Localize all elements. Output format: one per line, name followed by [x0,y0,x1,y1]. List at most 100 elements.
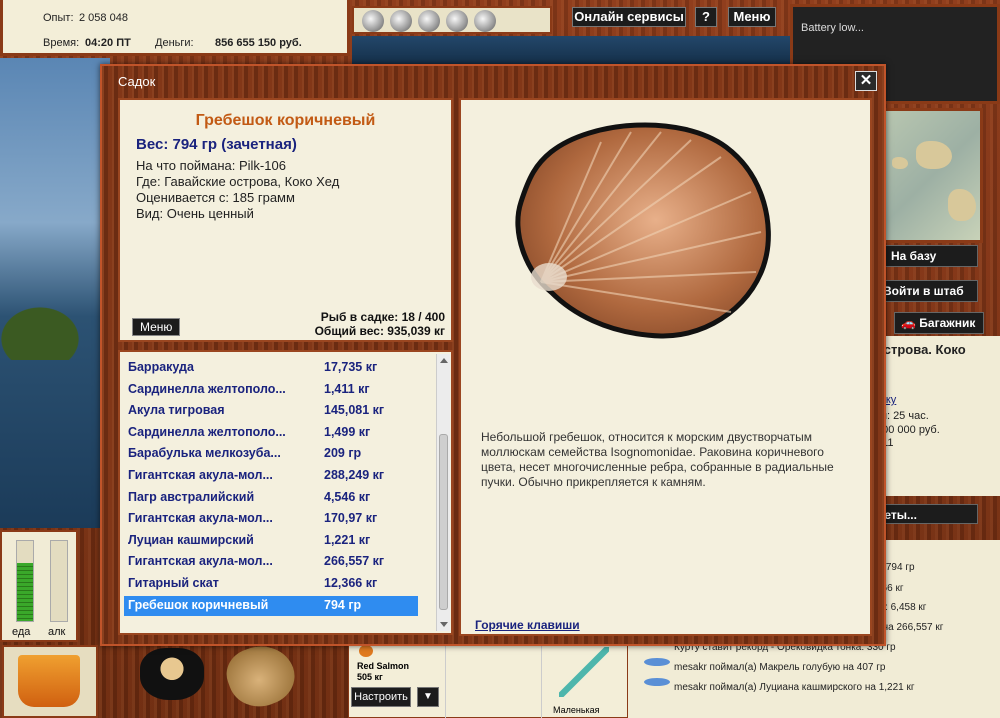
catch-weight: 17,735 кг [324,360,378,374]
lure-icon[interactable] [418,10,440,32]
needs-meters: еда алк [0,530,78,642]
to-base-button[interactable]: На базу [884,245,978,267]
catch-location: Где: Гавайские острова, Коко Хед [136,174,340,189]
main-menu-button[interactable]: Меню [728,7,776,27]
catch-name: Гигантская акула-мол... [128,511,273,526]
catch-weight: 209 гр [324,446,362,461]
bait-name: Red Salmon [357,661,410,671]
lure-image[interactable] [559,647,609,697]
island-shape [948,189,976,221]
scroll-down-icon[interactable] [440,622,448,627]
catch-name: Гитарный скат [128,576,219,590]
catch-weight: 1,499 кг [324,424,371,439]
fish-weight: Вес: 794 гр (зачетная) [136,136,297,153]
divider [445,641,446,718]
island-shape [892,157,908,169]
fish-icon [644,658,670,666]
catch-name: Барракуда [128,360,194,374]
catch-name: Гигантская акула-мол... [128,468,273,482]
filter-icon[interactable]: ▼ [417,687,439,707]
catch-row[interactable]: Гигантская акула-мол... 170,97 кг [124,509,418,529]
island-background [0,290,100,360]
secrets-button[interactable]: реты... [870,504,978,524]
catch-row[interactable]: Гребешок коричневый 794 гр [124,595,418,616]
food-meter-fill [17,563,33,621]
catch-row[interactable]: Луциан кашмирский 1,221 кг [124,531,418,551]
scroll-thumb[interactable] [439,434,448,610]
location-name: острова. Коко [876,342,966,357]
catch-row[interactable]: Гигантская акула-мол... 288,249 кг [124,466,418,486]
island-shape [916,141,952,169]
money-value: 856 655 150 руб. [215,37,302,49]
valued-from: Оценивается с: 185 грамм [136,190,295,205]
status-panel: Опыт: 2 058 048 Время: 04:20 ПТ Деньги: … [0,0,350,56]
catch-name: Акула тигровая [128,403,225,418]
catch-weight: 794 гр [324,597,362,612]
catch-weight: 12,366 кг [324,576,378,590]
location-info: острова. Коко вку ки: 25 час. 500 000 ру… [876,336,1000,496]
catch-name: Гребешок коричневый [128,597,269,612]
setup-button[interactable]: Настроить [351,687,411,707]
bucket-icon [18,655,80,707]
keepnet-window: Садок ✕ Гребешок коричневый Вес: 794 гр … [100,64,886,646]
enter-hq-button[interactable]: Войти в штаб [876,280,978,302]
money-label: Деньги: [155,37,194,49]
exp-label: Опыт: [43,12,74,24]
window-title: Садок [118,74,156,89]
sea-strip [352,36,792,64]
lure-icon[interactable] [362,10,384,32]
bait-icon [359,645,373,657]
catch-row[interactable]: Гигантская акула-мол... 266,557 кг [124,552,418,572]
food-label: еда [12,626,31,638]
food-pot-icon[interactable] [140,648,204,700]
fish-menu-button[interactable]: Меню [132,318,181,336]
catch-weight: 288,249 кг [324,468,385,482]
catch-name: Гигантская акула-мол... [128,554,273,569]
close-button[interactable]: ✕ [855,71,877,91]
scroll-up-icon[interactable] [440,358,448,363]
alcohol-label: алк [48,626,66,638]
hotkeys-link[interactable]: Горячие клавиши [475,618,580,632]
lure-icon[interactable] [446,10,468,32]
minimap[interactable] [883,108,983,243]
catch-name: Сардинелла желтополо... [128,381,286,396]
exp-value: 2 058 048 [79,12,128,24]
catch-row[interactable]: Пагр австралийский 4,546 кг [124,488,418,508]
catch-name: Барабулька мелкозуба... [128,446,281,461]
catch-row[interactable]: Барабулька мелкозуба... 209 гр [124,444,418,464]
caught-on: На что поймана: Pilk-106 [136,158,286,173]
tackle-panel: Red Salmon 505 кг Настроить ▼ Маленькая [348,640,628,718]
fish-description: Небольшой гребешок, относится к морским … [481,430,834,489]
catch-row[interactable]: Сардинелла желтополо... 1,411 кг [124,380,418,400]
catch-row[interactable]: Барракуда 17,735 кг [124,358,418,378]
trunk-button[interactable]: 🚗 Багажник [894,312,984,334]
catch-row[interactable]: Гитарный скат 12,366 кг [124,574,418,594]
feed-line: mesakr поймал(а) Луциана кашмирского на … [674,682,915,693]
catch-weight: 145,081 кг [324,403,385,418]
catch-weight: 1,221 кг [324,532,371,547]
catch-name: Луциан кашмирский [128,532,254,547]
sack-icon[interactable] [219,636,303,716]
lure-slots [352,6,552,34]
help-button[interactable]: ? [695,7,717,27]
divider [541,641,542,718]
bait-weight: 505 кг [357,672,383,682]
catch-list: Барракуда 17,735 кг Сардинелла желтополо..… [118,350,453,635]
fish-icon [644,678,670,686]
time-value: 04:20 ПТ [85,37,131,49]
catch-weight: 266,557 кг [324,554,385,569]
list-scrollbar[interactable] [436,354,450,631]
online-services-button[interactable]: Онлайн сервисы [572,7,686,27]
food-meter [16,540,34,622]
catch-weight: 1,411 кг [324,381,370,396]
catch-name: Сардинелла желтополо... [128,424,286,439]
bucket-slot[interactable] [2,645,98,718]
catch-row[interactable]: Сардинелла желтополо... 1,499 кг [124,423,418,443]
fish-description-panel: Небольшой гребешок, относится к морским … [459,98,872,636]
catch-row[interactable]: Акула тигровая 145,081 кг [124,401,418,421]
time-label: Время: [43,37,80,49]
fish-kind: Вид: Очень ценный [136,206,254,221]
lure-icon[interactable] [474,10,496,32]
tackle-label: Маленькая [553,705,600,715]
lure-icon[interactable] [390,10,412,32]
